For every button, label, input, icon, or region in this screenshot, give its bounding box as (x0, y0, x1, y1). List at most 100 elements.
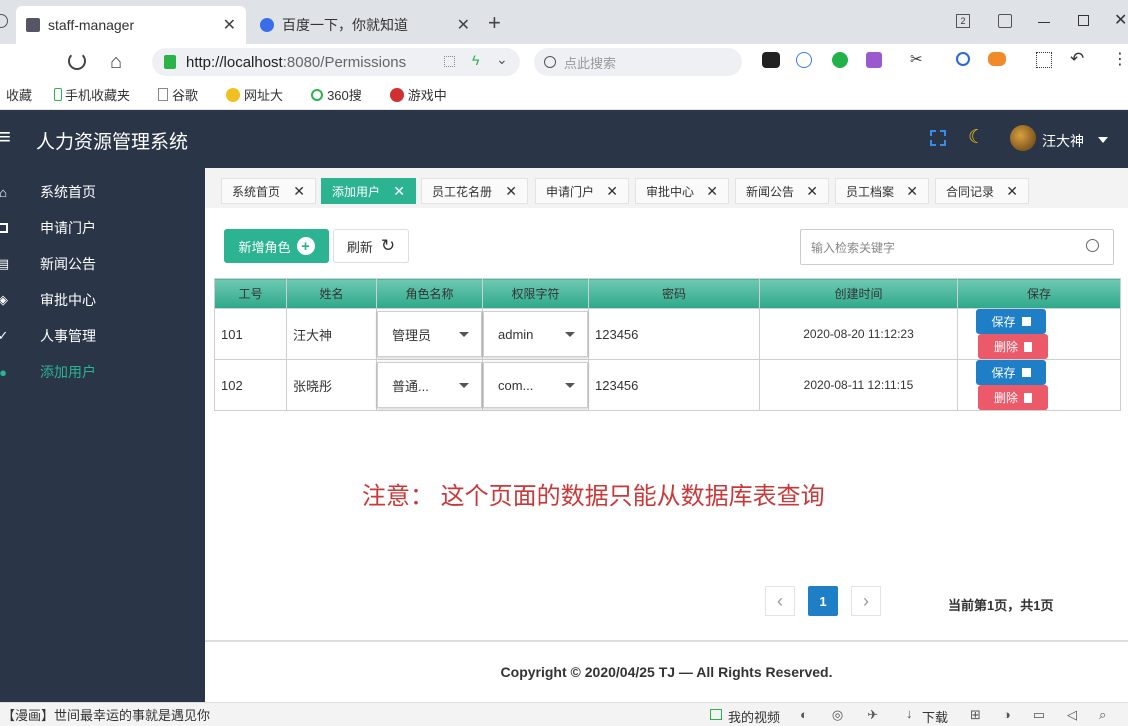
window-controls: 2 ✕ (956, 12, 1127, 30)
reload-icon[interactable] (68, 52, 86, 70)
page-tab-contracts[interactable]: 合同记录 ✕ (935, 178, 1029, 204)
site-nav-icon (226, 87, 241, 102)
page-tab-label: 员工花名册 (432, 184, 493, 199)
sidebar-item-portal[interactable]: 申请门户 (0, 210, 205, 246)
close-icon[interactable]: ✕ (393, 183, 405, 200)
role-table: 工号 姓名 角色名称 权限字符 密码 创建时间 保存 101 汪大神 管理员 a… (214, 278, 1121, 411)
bookmark-item[interactable]: 360搜 (311, 85, 376, 104)
permission-value: com... (498, 377, 534, 393)
video-icon (710, 709, 722, 720)
page-tab-archive[interactable]: 员工档案 ✕ (835, 178, 929, 204)
browser-nav-bar: ⌂ http://localhost:8080/Permissions ϟ ⌄ … (0, 44, 1128, 80)
sidebar-item-news[interactable]: ▤ 新闻公告 (0, 246, 205, 282)
cell-created: 2020-08-11 12:11:15 (759, 359, 958, 411)
qr-icon[interactable] (444, 56, 455, 67)
game-icon[interactable] (988, 52, 1006, 66)
add-role-button[interactable]: 新增角色 + (224, 229, 329, 263)
sidebar-item-label: 添加用户 (40, 364, 96, 380)
page-tab-news[interactable]: 新闻公告 ✕ (735, 178, 829, 204)
apps-grid-icon[interactable] (1036, 52, 1052, 68)
close-icon[interactable]: ✕ (1006, 183, 1018, 200)
menu-toggle-icon[interactable]: ≡ (0, 124, 11, 150)
night-mode-icon[interactable]: ☾ (968, 126, 985, 149)
scissors-icon[interactable]: ✂ (910, 50, 923, 68)
column-header: 工号 (214, 278, 287, 309)
new-tab-button[interactable]: + (488, 10, 501, 36)
save-row-button[interactable]: 保存 (976, 360, 1046, 385)
table-row: 102 张晓彤 普通... com... 123456 2020-08-11 1… (214, 359, 1121, 411)
tab-count-icon[interactable]: 2 (956, 14, 970, 28)
minimize-icon[interactable] (1038, 22, 1050, 23)
extension-minus-icon[interactable] (796, 52, 812, 68)
home-icon: ⌂ (0, 184, 7, 200)
close-tab-icon[interactable]: ✕ (223, 15, 236, 35)
bookmark-label: 谷歌 (172, 88, 199, 103)
close-icon[interactable]: ✕ (293, 183, 305, 200)
page-tab-approval[interactable]: 审批中心 ✕ (635, 178, 729, 204)
sidebar-item-home[interactable]: ⌂ 系统首页 (0, 174, 205, 210)
role-select[interactable]: 普通... (377, 362, 482, 408)
prev-page-button[interactable]: ‹ (765, 586, 795, 616)
download-link[interactable]: 下载 (922, 707, 948, 726)
refresh-button[interactable]: 刷新 ↻ (333, 229, 409, 263)
bookmark-label: 手机收藏夹 (65, 88, 131, 103)
close-window-icon[interactable]: ✕ (1114, 10, 1127, 30)
skin-icon[interactable] (998, 14, 1012, 28)
next-page-button[interactable]: › (851, 586, 881, 616)
page-tab-home[interactable]: 系统首页 ✕ (221, 178, 316, 204)
status-news-link[interactable]: 【漫画】世间最幸运的事就是遇见你 (2, 705, 210, 724)
address-bar[interactable]: http://localhost:8080/Permissions ϟ ⌄ (152, 48, 520, 76)
permission-select[interactable]: admin (483, 311, 588, 357)
browser-tab-strip: staff-manager ✕ 百度一下，你就知道 ✕ + 2 ✕ (0, 0, 1128, 48)
role-select[interactable]: 管理员 (377, 311, 482, 357)
browser-tab-baidu[interactable]: 百度一下，你就知道 ✕ (250, 6, 480, 44)
close-icon[interactable]: ✕ (606, 183, 618, 200)
page-tab-add-user[interactable]: 添加用户 ✕ (321, 178, 416, 204)
fullscreen-icon[interactable] (930, 130, 946, 146)
sidebar-item-approval[interactable]: ◈ 审批中心 (0, 282, 205, 318)
sidebar-item-hr[interactable]: ✓ 人事管理 (0, 318, 205, 354)
translate-icon[interactable] (866, 52, 882, 68)
chevron-down-icon[interactable]: ⌄ (496, 51, 508, 68)
browser-status-bar: 【漫画】世间最幸运的事就是遇见你 我的视频 ◐◎✈ ↓ 下载 ⊞◑▭◁⌕ (0, 702, 1128, 726)
close-tab-icon[interactable]: ✕ (457, 15, 470, 35)
browser-back-circle[interactable] (0, 14, 8, 28)
save-row-button[interactable]: 保存 (976, 309, 1046, 334)
chevron-down-icon[interactable] (1098, 137, 1108, 143)
extension-mask-icon[interactable] (762, 52, 780, 68)
delete-row-button[interactable]: 删除 (978, 334, 1048, 359)
bookmark-item[interactable]: 网址大 (226, 85, 297, 104)
home-icon[interactable]: ⌂ (110, 51, 122, 74)
sidebar-item-label: 新闻公告 (40, 256, 96, 272)
cell-role: 管理员 (376, 308, 483, 360)
user-name[interactable]: 汪大神 (1042, 131, 1084, 151)
close-icon[interactable]: ✕ (806, 183, 818, 200)
close-icon[interactable]: ✕ (505, 183, 517, 200)
bookmark-item[interactable]: 游戏中 (389, 85, 461, 104)
page-number-button[interactable]: 1 (808, 586, 838, 616)
page-tab-portal[interactable]: 申请门户 ✕ (535, 178, 629, 204)
cell-password: 123456 (588, 359, 760, 411)
page-tab-roster[interactable]: 员工花名册 ✕ (421, 178, 528, 204)
magnifier-icon[interactable] (956, 52, 970, 66)
bookmark-item[interactable]: 收藏 (6, 85, 32, 104)
maximize-icon[interactable] (1078, 15, 1089, 26)
keyword-search-input[interactable]: 输入检索关键字 (800, 229, 1114, 265)
avatar[interactable] (1010, 125, 1036, 151)
extension-chat-icon[interactable] (832, 52, 848, 68)
bolt-icon[interactable]: ϟ (472, 52, 479, 68)
close-icon[interactable]: ✕ (706, 183, 718, 200)
sidebar-item-add-user[interactable]: ● 添加用户 (0, 354, 205, 390)
undo-icon[interactable]: ↶ (1070, 49, 1084, 69)
chevron-down-icon (459, 382, 469, 388)
close-icon[interactable]: ✕ (906, 183, 918, 200)
delete-row-button[interactable]: 删除 (978, 385, 1048, 410)
bookmark-item[interactable]: 手机收藏夹 (54, 85, 144, 104)
permission-select[interactable]: com... (483, 362, 588, 408)
bookmark-item[interactable]: 谷歌 (158, 85, 212, 104)
my-video-link[interactable]: 我的视频 (728, 707, 780, 726)
more-icon[interactable]: ⋮ (1112, 49, 1128, 69)
copyright-text: Copyright © 2020/04/25 TJ — All Rights R… (500, 664, 833, 680)
browser-tab-staff-manager[interactable]: staff-manager ✕ (16, 6, 246, 44)
browser-search-box[interactable]: 点此搜索 (534, 48, 742, 76)
